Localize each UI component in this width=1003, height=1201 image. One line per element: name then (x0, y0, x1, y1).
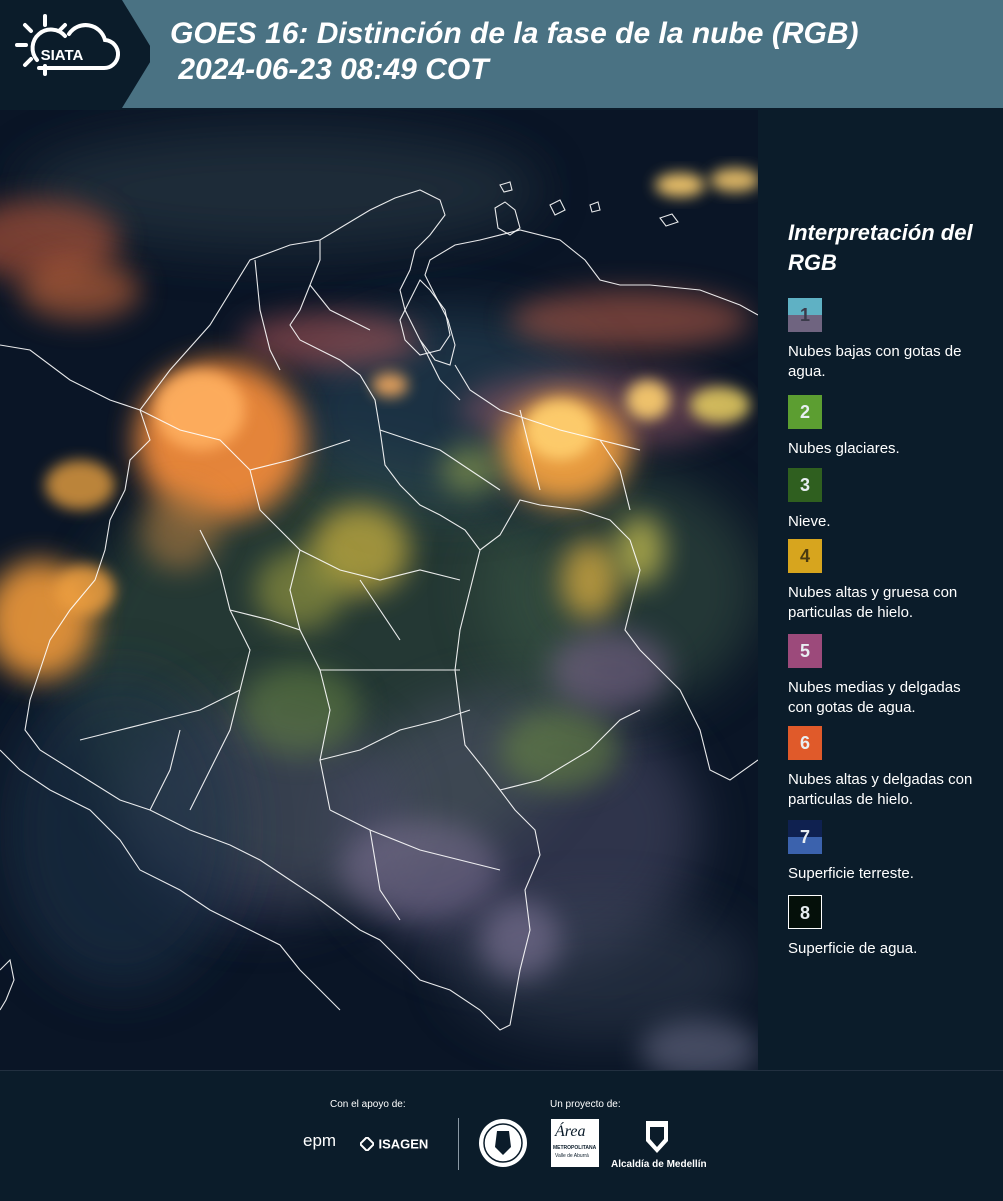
legend-panel: Interpretación del RGB 1 Nubes bajas con… (760, 110, 1003, 1070)
legend-label-3: Nieve. (788, 513, 831, 530)
siata-seal-icon (477, 1117, 529, 1174)
legend-label-4: Nubes altas y gruesa con particulas de h… (788, 584, 958, 621)
header-bar: SIATA GOES 16: Distinción de la fase de … (0, 0, 1003, 108)
isagen-mark-icon (358, 1135, 376, 1153)
legend-label-1: Nubes bajas con gotas de agua. (788, 343, 962, 380)
project-label: Un proyecto de: (550, 1099, 621, 1110)
legend-label-5: Nubes medias y delgadas con gotas de agu… (788, 679, 961, 716)
legend-title: Interpretación del RGB (788, 220, 973, 275)
satellite-image (0, 110, 758, 1070)
svg-text:SIATA: SIATA (41, 47, 84, 64)
isagen-logo: ISAGEN (358, 1135, 428, 1153)
sun-cloud-icon: SIATA (15, 14, 121, 76)
legend-swatch-3: 3 (788, 468, 822, 502)
page-title: GOES 16: Distinción de la fase de la nub… (170, 17, 859, 86)
alcaldia-label: Alcaldía de Medellín (611, 1159, 707, 1170)
legend-label-7: Superficie terreste. (788, 865, 914, 882)
footer-divider (458, 1118, 459, 1170)
legend-label-6: Nubes altas y delgadas con particulas de… (788, 771, 973, 808)
legend-swatch-7: 7 (788, 820, 822, 854)
legend-label-8: Superficie de agua. (788, 940, 918, 957)
support-label: Con el apoyo de: (330, 1099, 406, 1110)
epm-logo: epm (303, 1131, 337, 1150)
footer: Con el apoyo de: Un proyecto de: epm ISA… (0, 1070, 1003, 1201)
legend-label-2: Nubes glaciares. (788, 440, 900, 457)
legend-swatch-1: 1 (788, 298, 822, 332)
legend-swatch-5: 5 (788, 634, 822, 668)
siata-logo: SIATA (0, 0, 150, 108)
legend-swatch-8: 8 (788, 895, 822, 929)
alcaldia-shield-icon (644, 1119, 670, 1160)
legend-swatch-2: 2 (788, 395, 822, 429)
legend-swatch-6: 6 (788, 726, 822, 760)
legend-swatch-4: 4 (788, 539, 822, 573)
area-metropolitana-logo: Área METROPOLITANA Valle de Aburrá (551, 1119, 599, 1167)
